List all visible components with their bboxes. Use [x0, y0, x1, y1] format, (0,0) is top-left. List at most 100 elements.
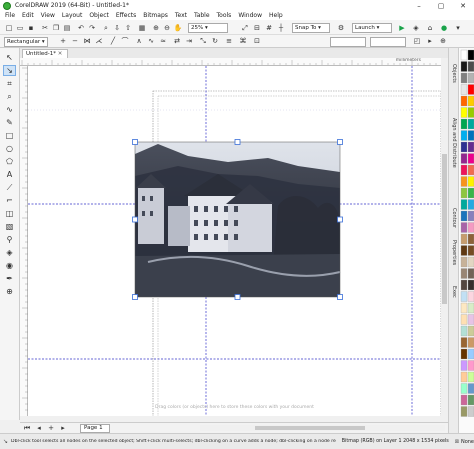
parallel-dimension-icon[interactable]: ⟋	[3, 182, 16, 193]
bitmap-photo[interactable]	[134, 141, 341, 298]
menu-layout[interactable]: Layout	[62, 12, 82, 19]
docker-tab-properties[interactable]: Properties	[450, 240, 458, 265]
eyedropper-tool-icon[interactable]: ⚲	[3, 234, 16, 245]
page-tab[interactable]: Page 1	[80, 424, 110, 433]
color-swatch[interactable]	[460, 360, 468, 371]
outline-pen-icon[interactable]: ✒	[3, 273, 16, 284]
color-swatch[interactable]	[460, 314, 468, 325]
color-swatch[interactable]	[467, 348, 474, 360]
menu-effects[interactable]: Effects	[116, 12, 136, 19]
next-page-icon[interactable]: ▸	[58, 423, 68, 433]
menu-view[interactable]: View	[41, 12, 55, 19]
symmetrical-node-icon[interactable]: ≈	[158, 36, 168, 46]
color-swatch[interactable]	[467, 291, 474, 302]
color-swatch[interactable]	[460, 130, 468, 141]
zoom-tool-icon[interactable]: ⌕	[3, 91, 16, 102]
color-swatch[interactable]	[460, 371, 468, 383]
elastic-mode-icon[interactable]: ⌘	[238, 36, 248, 46]
select-all-nodes-icon[interactable]: ⊡	[252, 36, 262, 46]
rectangle-tool-icon[interactable]: □	[3, 130, 16, 141]
previous-page-icon[interactable]: ◂	[34, 423, 44, 433]
transparency-tool-icon[interactable]: ▧	[3, 221, 16, 232]
artistic-media-icon[interactable]: ✎	[3, 117, 16, 128]
color-swatch[interactable]	[460, 406, 468, 417]
color-swatch[interactable]	[467, 279, 474, 291]
color-swatch[interactable]	[467, 95, 474, 107]
color-swatch[interactable]	[467, 72, 474, 84]
shadow-tool-icon[interactable]: ◫	[3, 208, 16, 219]
menu-bitmaps[interactable]: Bitmaps	[143, 12, 168, 19]
hand-icon[interactable]: ✋	[173, 23, 183, 33]
import-icon[interactable]: ⇩	[112, 23, 122, 33]
menu-edit[interactable]: Edit	[22, 12, 34, 19]
color-swatch[interactable]	[460, 95, 468, 107]
color-swatch[interactable]	[467, 233, 474, 245]
ellipse-tool-icon[interactable]: ○	[3, 143, 16, 154]
first-page-icon[interactable]: ⏮	[22, 423, 32, 433]
color-swatch[interactable]	[460, 279, 468, 291]
menu-text[interactable]: Text	[175, 12, 187, 19]
wrap-icon[interactable]: ◰	[412, 36, 422, 46]
color-swatch[interactable]	[467, 130, 474, 141]
play-icon[interactable]: ▶	[397, 23, 407, 33]
color-swatch[interactable]	[460, 187, 468, 199]
color-swatch[interactable]	[467, 84, 474, 95]
color-swatch[interactable]	[460, 302, 468, 314]
menu-window[interactable]: Window	[238, 12, 262, 19]
color-swatch[interactable]	[467, 49, 474, 61]
color-swatch[interactable]	[460, 348, 468, 360]
color-swatch[interactable]	[460, 141, 468, 153]
color-swatch[interactable]	[460, 153, 468, 164]
color-swatch[interactable]	[460, 84, 468, 95]
to-line-icon[interactable]: ╱	[108, 36, 118, 46]
docker-tab-objects[interactable]: Objects	[450, 64, 458, 83]
reduce-nodes-field[interactable]	[370, 37, 406, 47]
color-swatch[interactable]	[467, 383, 474, 394]
color-swatch[interactable]	[467, 222, 474, 233]
color-swatch[interactable]	[460, 337, 468, 348]
horizontal-ruler[interactable]: millimeters	[20, 58, 441, 66]
color-swatch[interactable]	[467, 187, 474, 199]
save-icon[interactable]: ▪	[26, 23, 36, 33]
color-swatch[interactable]	[467, 176, 474, 187]
color-swatch[interactable]	[460, 394, 468, 406]
options-gear-icon[interactable]: ⚙	[336, 23, 346, 33]
maximize-button[interactable]: ▢	[430, 0, 452, 11]
launch-dropdown[interactable]: Launch ▾	[352, 23, 392, 33]
cut-icon[interactable]: ✂	[40, 23, 50, 33]
color-swatch[interactable]	[467, 118, 474, 130]
extend-curve-icon[interactable]: ⇥	[184, 36, 194, 46]
color-swatch[interactable]	[460, 383, 468, 394]
grid-icon[interactable]: #	[264, 23, 274, 33]
crop-tool-icon[interactable]: ⌗	[3, 78, 16, 89]
stretch-nodes-icon[interactable]: ⤡	[198, 36, 208, 46]
quick-customize-tools-icon[interactable]: ⊕	[3, 286, 16, 297]
upgrade-icon[interactable]: ◈	[411, 23, 421, 33]
quick-customize-icon[interactable]: ⊕	[438, 36, 448, 46]
menu-file[interactable]: File	[5, 12, 15, 19]
color-swatch[interactable]	[460, 222, 468, 233]
undo-icon[interactable]: ↶	[76, 23, 86, 33]
color-swatch[interactable]	[460, 199, 468, 210]
welcome-icon[interactable]: ⌂	[425, 23, 435, 33]
color-swatch[interactable]	[460, 49, 468, 61]
add-page-icon[interactable]: +	[46, 423, 56, 433]
horizontal-scroll-thumb[interactable]	[255, 426, 365, 430]
smart-fill-icon[interactable]: ◉	[3, 260, 16, 271]
interactive-fill-icon[interactable]: ◈	[3, 247, 16, 258]
paste-icon[interactable]: ▤	[62, 23, 72, 33]
align-nodes-icon[interactable]: ≡	[224, 36, 234, 46]
document-tab[interactable]: Untitled-1* ✕	[22, 49, 68, 58]
color-swatch[interactable]	[460, 118, 468, 130]
color-swatch[interactable]	[467, 153, 474, 164]
color-swatch[interactable]	[460, 107, 468, 118]
color-swatch[interactable]	[467, 141, 474, 153]
color-swatch[interactable]	[467, 210, 474, 222]
delete-node-icon[interactable]: −	[70, 36, 80, 46]
publish-pdf-icon[interactable]: ▦	[137, 23, 147, 33]
zoom-out-icon[interactable]: ⊖	[162, 23, 172, 33]
color-swatch[interactable]	[467, 199, 474, 210]
cusp-node-icon[interactable]: ∧	[134, 36, 144, 46]
redo-icon[interactable]: ↷	[87, 23, 97, 33]
color-swatch[interactable]	[460, 268, 468, 279]
